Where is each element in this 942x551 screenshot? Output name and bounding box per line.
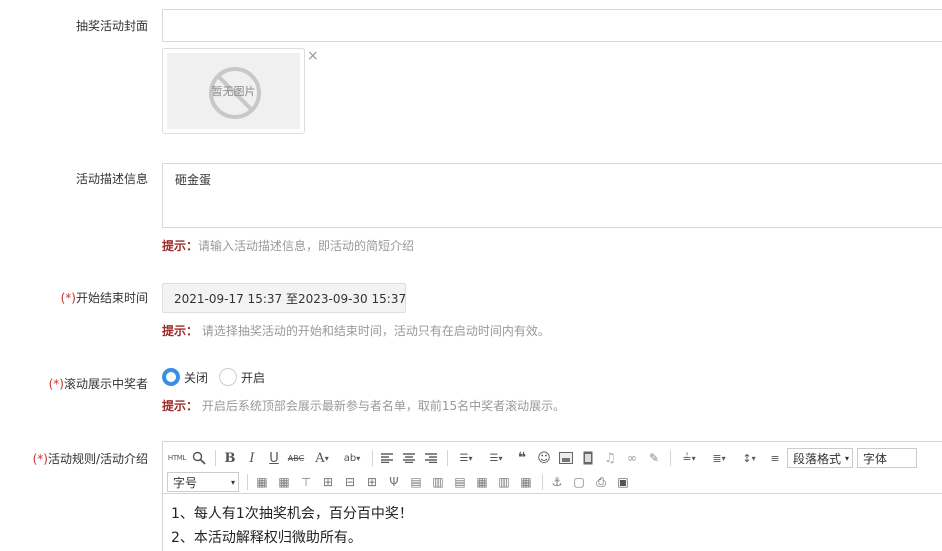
font-family-value: 字体 (863, 451, 888, 466)
description-textarea[interactable]: 砸金蛋 (162, 163, 942, 228)
hint-key: 提示： (162, 239, 199, 253)
hint-key: 提示： (162, 399, 199, 413)
time-range-label-text: 开始结束时间 (75, 291, 148, 305)
radio-on[interactable]: 开启 (219, 368, 265, 386)
align-left-icon[interactable] (377, 448, 397, 468)
highlight-icon[interactable]: ab ▾ (338, 448, 366, 468)
split-cells-icon[interactable]: ▦ (472, 472, 492, 492)
anchor-icon[interactable]: ⚓ (547, 472, 567, 492)
delete-row-icon[interactable]: ⊟ (340, 472, 360, 492)
no-image-text: 暂无图片 (211, 85, 256, 98)
toolbar-separator (215, 450, 216, 466)
toolbar-separator (247, 474, 248, 490)
hint-key: 提示： (162, 324, 199, 338)
toolbar-separator (670, 450, 671, 466)
radio-unchecked-icon[interactable] (219, 368, 238, 386)
rich-text-editor: HTML B I U ABC A ▾ ab ▾ ☰ ▾ ☰ ▾ ❝ ☺ ♫ ∞ ✎ (162, 441, 942, 551)
font-size-select[interactable]: 字号 ▾ (167, 472, 239, 492)
scroll-winners-radio-group: 关闭 开启 (162, 367, 276, 387)
split-cols-icon[interactable]: ▦ (516, 472, 536, 492)
chevron-down-icon: ▾ (230, 477, 235, 487)
required-mark: (*) (48, 377, 64, 391)
delete-table-icon[interactable]: ▦ (274, 472, 294, 492)
paragraph-format-select[interactable]: 段落格式 ▾ (787, 448, 853, 468)
font-color-icon[interactable]: A ▾ (308, 448, 336, 468)
toolbar-separator (447, 450, 448, 466)
radio-checked-icon[interactable] (162, 368, 180, 386)
font-size-value: 字号 (173, 475, 198, 490)
editor-content[interactable]: 1、每人有1次抽奖机会，百分百中奖！ 2、本活动解释权归微助所有。 (163, 494, 942, 551)
print-icon[interactable]: ⎙ (591, 472, 611, 492)
ordered-list-icon[interactable]: ☰ ▾ (452, 448, 480, 468)
emoji-icon[interactable]: ☺ (534, 448, 554, 468)
font-family-select[interactable]: 字体 (857, 448, 917, 468)
music-icon[interactable]: ♫ (600, 448, 620, 468)
toolbar-row-2: 字号 ▾ ▦ ▦ ⊤ ⊞ ⊟ ⊞ Ψ ▤ ▥ ▤ ▦ ▥ ▦ ⚓ ▢ ⎙ ▣ (167, 470, 942, 494)
insert-caption-icon[interactable]: ⊤ (296, 472, 316, 492)
underline-icon[interactable]: U (264, 448, 284, 468)
html-source-label: HTML (167, 454, 187, 462)
italic-icon[interactable]: I (242, 448, 262, 468)
merge-down-icon[interactable]: ▤ (450, 472, 470, 492)
hint-text: 请输入活动描述信息，即活动的简短介绍 (198, 239, 415, 253)
align-right-icon[interactable] (421, 448, 441, 468)
row-spacing-bottom-icon[interactable]: ≣ ▾ (705, 448, 733, 468)
hint-text: 请选择抽奖活动的开始和结束时间，活动只有在启动时间内有效。 (198, 324, 550, 338)
date-range-value: 2021-09-17 15:37 至2023-09-30 15:37 (174, 291, 407, 306)
link-icon[interactable]: ∞ (622, 448, 642, 468)
editor-toolbar: HTML B I U ABC A ▾ ab ▾ ☰ ▾ ☰ ▾ ❝ ☺ ♫ ∞ ✎ (163, 442, 942, 494)
preview-icon[interactable] (189, 448, 209, 468)
toolbar-separator (372, 450, 373, 466)
no-image-placeholder: 暂无图片 (167, 53, 300, 129)
description-value: 砸金蛋 (175, 173, 212, 187)
align-center-icon[interactable] (399, 448, 419, 468)
video-icon[interactable] (578, 448, 598, 468)
chevron-down-icon: ▾ (844, 453, 849, 463)
scroll-winners-label: (*)滚动展示中奖者 (49, 375, 148, 392)
blockquote-icon[interactable]: ❝ (512, 448, 532, 468)
date-range-picker[interactable]: 2021-09-17 15:37 至2023-09-30 15:37 (162, 283, 406, 313)
cover-label: 抽奖活动封面 (75, 19, 148, 33)
insert-col-icon[interactable]: ⊞ (362, 472, 382, 492)
delete-col-icon[interactable]: Ψ (384, 472, 404, 492)
insert-table-icon[interactable]: ▦ (252, 472, 272, 492)
editor-paragraph: 2、本活动解释权归微助所有。 (171, 530, 362, 546)
radio-on-label: 开启 (241, 370, 266, 385)
image-icon[interactable] (556, 448, 576, 468)
template-icon[interactable]: ▣ (613, 472, 633, 492)
insert-row-icon[interactable]: ⊞ (318, 472, 338, 492)
time-range-hint: 提示： 请选择抽奖活动的开始和结束时间，活动只有在启动时间内有效。 (162, 322, 550, 339)
rules-label: (*)活动规则/活动介绍 (33, 450, 148, 467)
merge-cells-icon[interactable]: ▤ (406, 472, 426, 492)
indent-icon[interactable]: ≡ (765, 448, 785, 468)
radio-off[interactable]: 关闭 (162, 368, 208, 386)
eraser-icon[interactable]: ✎ (644, 448, 664, 468)
time-range-label: (*)开始结束时间 (61, 289, 148, 306)
editor-paragraph: 1、每人有1次抽奖机会，百分百中奖！ (171, 506, 413, 522)
row-spacing-top-icon[interactable]: ≟ ▾ (675, 448, 703, 468)
remove-cover-icon[interactable]: × (307, 48, 319, 64)
toolbar-separator (542, 474, 543, 490)
merge-right-icon[interactable]: ▥ (428, 472, 448, 492)
bold-icon[interactable]: B (220, 448, 240, 468)
required-mark: (*) (60, 291, 76, 305)
hint-text: 开启后系统顶部会展示最新参与者名单，取前15名中奖者滚动展示。 (198, 399, 566, 413)
description-label: 活动描述信息 (75, 172, 148, 186)
paragraph-format-value: 段落格式 (793, 451, 842, 466)
description-hint: 提示：请输入活动描述信息，即活动的简短介绍 (162, 237, 414, 254)
cover-thumbnail[interactable]: 暂无图片 (162, 48, 305, 134)
toolbar-row-1: HTML B I U ABC A ▾ ab ▾ ☰ ▾ ☰ ▾ ❝ ☺ ♫ ∞ ✎ (167, 446, 942, 470)
page-break-icon[interactable]: ▢ (569, 472, 589, 492)
split-rows-icon[interactable]: ▥ (494, 472, 514, 492)
scroll-winners-label-text: 滚动展示中奖者 (63, 377, 148, 391)
line-height-icon[interactable]: ↕ ▾ (735, 448, 763, 468)
strikethrough-icon[interactable]: ABC (286, 448, 306, 468)
cover-url-input[interactable] (162, 9, 942, 42)
scroll-winners-hint: 提示： 开启后系统顶部会展示最新参与者名单，取前15名中奖者滚动展示。 (162, 397, 565, 414)
unordered-list-icon[interactable]: ☰ ▾ (482, 448, 510, 468)
required-mark: (*) (32, 452, 48, 466)
rules-label-text: 活动规则/活动介绍 (47, 452, 148, 466)
radio-off-label: 关闭 (184, 370, 209, 385)
html-source-button[interactable]: HTML (167, 448, 187, 468)
